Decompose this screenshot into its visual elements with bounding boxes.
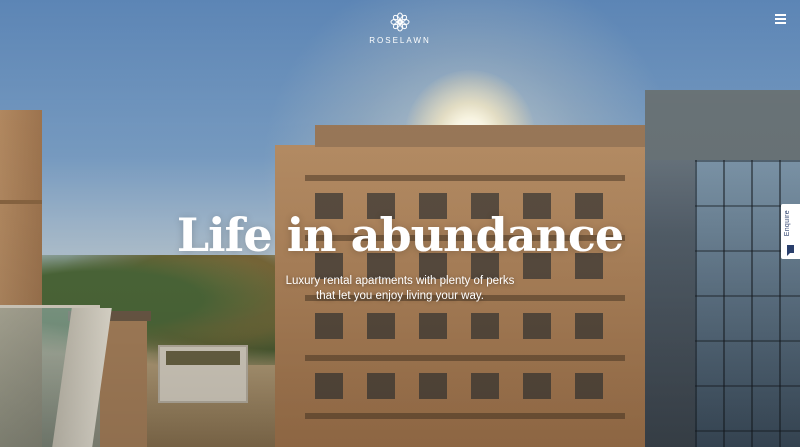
site-logo[interactable]: ROSELAWN [360,12,440,45]
hamburger-menu-icon[interactable] [775,14,789,24]
flower-icon [390,12,410,32]
hero-subheadline-line-1: Luxury rental apartments with plenty of … [285,275,515,287]
hero-subheadline: Luxury rental apartments with plenty of … [250,274,550,304]
hero-headline: Life in abundance [176,208,624,262]
chat-bubble-icon [787,245,794,256]
enquire-button[interactable]: Enquire [781,204,800,259]
enquire-label: Enquire [784,210,791,237]
hero-subheadline-line-2: that let you enjoy living your way. [316,290,484,302]
logo-text: ROSELAWN [369,36,431,45]
